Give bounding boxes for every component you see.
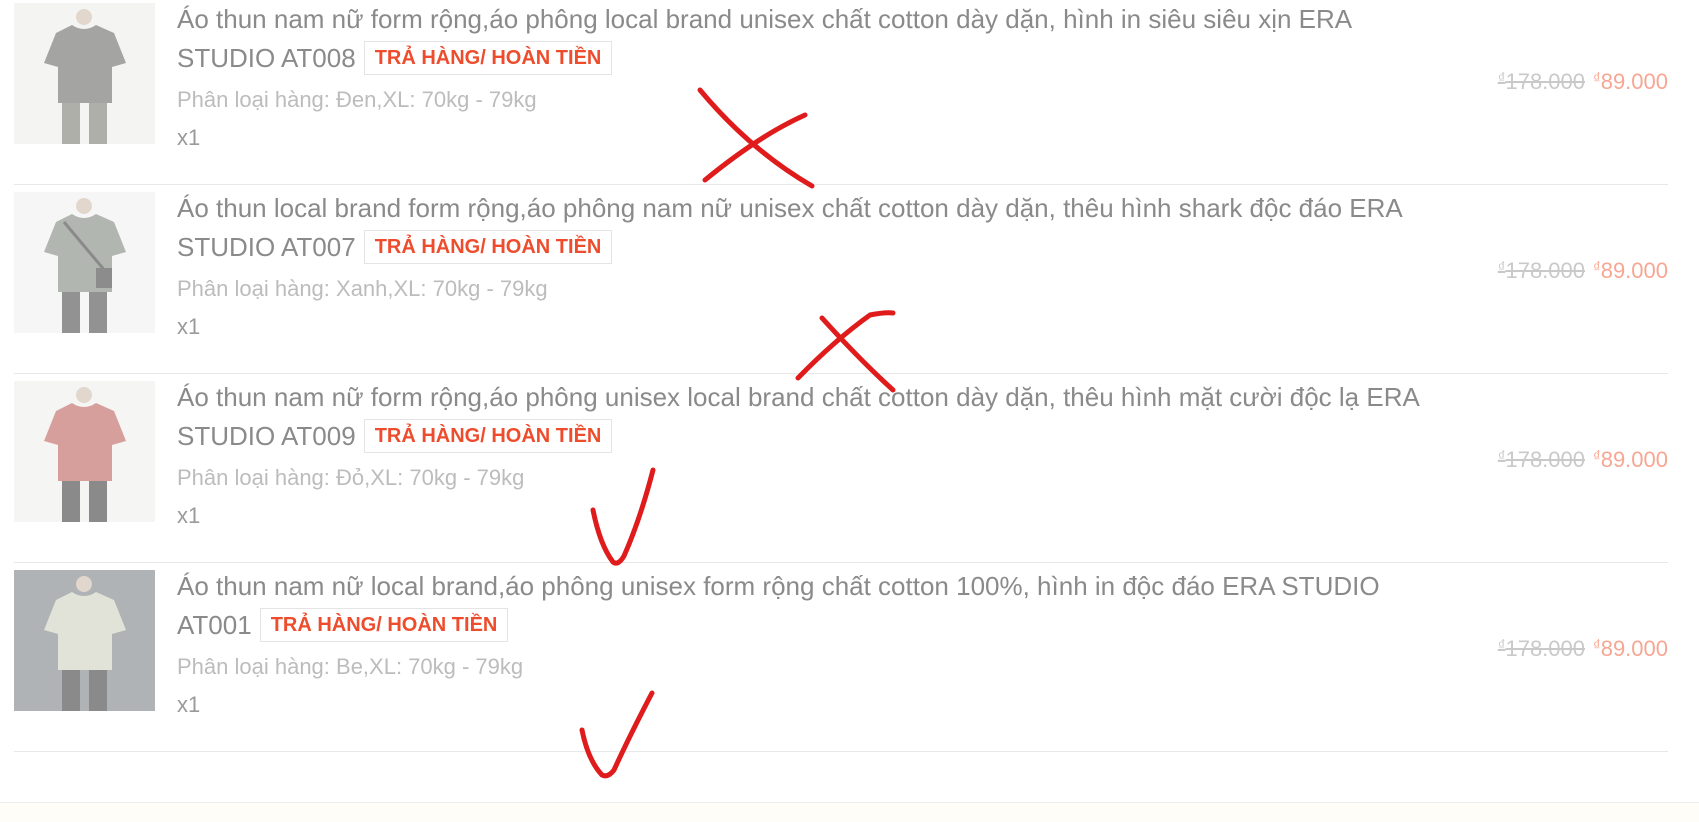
- product-quantity: x1: [177, 692, 201, 717]
- product-title-text[interactable]: Áo thun nam nữ form rộng,áo phông local …: [177, 4, 1351, 73]
- product-info: Áo thun nam nữ form rộng,áo phông unisex…: [177, 378, 1447, 531]
- product-title[interactable]: Áo thun nam nữ local brand,áo phông unis…: [177, 567, 1447, 645]
- product-variant: Phân loại hàng: Xanh,XL: 70kg - 79kg: [177, 276, 548, 301]
- product-thumbnail[interactable]: [14, 3, 155, 144]
- product-quantity: x1: [177, 125, 201, 150]
- product-title[interactable]: Áo thun nam nữ form rộng,áo phông local …: [177, 0, 1447, 78]
- product-variant: Phân loại hàng: Be,XL: 70kg - 79kg: [177, 654, 524, 679]
- order-item[interactable]: Áo thun nam nữ local brand,áo phông unis…: [14, 567, 1668, 772]
- original-price: ₫178.000: [1497, 69, 1585, 94]
- item-divider: [14, 562, 1668, 563]
- price-block: ₫178.000 ₫89.000: [1498, 64, 1668, 97]
- order-item[interactable]: Áo thun nam nữ form rộng,áo phông unisex…: [14, 378, 1668, 583]
- tshirt-photo-icon: [14, 192, 155, 333]
- sale-price: ₫89.000: [1593, 447, 1668, 472]
- original-price: ₫178.000: [1497, 636, 1585, 661]
- sale-price: ₫89.000: [1593, 69, 1668, 94]
- price-block: ₫178.000 ₫89.000: [1498, 631, 1668, 664]
- product-info: Áo thun nam nữ form rộng,áo phông local …: [177, 0, 1447, 153]
- return-refund-badge: TRẢ HÀNG/ HOÀN TIỀN: [363, 41, 613, 75]
- price-block: ₫178.000 ₫89.000: [1498, 442, 1668, 475]
- sale-price: ₫89.000: [1593, 636, 1668, 661]
- order-item[interactable]: Áo thun local brand form rộng,áo phông n…: [14, 189, 1668, 394]
- product-info: Áo thun local brand form rộng,áo phông n…: [177, 189, 1447, 342]
- product-thumbnail[interactable]: [14, 570, 155, 711]
- item-divider: [14, 751, 1668, 752]
- product-thumbnail[interactable]: [14, 381, 155, 522]
- return-refund-badge: TRẢ HÀNG/ HOÀN TIỀN: [363, 230, 613, 264]
- return-refund-badge: TRẢ HÀNG/ HOÀN TIỀN: [363, 419, 613, 453]
- order-item[interactable]: Áo thun nam nữ form rộng,áo phông local …: [14, 0, 1668, 205]
- product-variant: Phân loại hàng: Đỏ,XL: 70kg - 79kg: [177, 465, 525, 490]
- product-variant: Phân loại hàng: Đen,XL: 70kg - 79kg: [177, 87, 537, 112]
- item-divider: [14, 373, 1668, 374]
- tshirt-photo-icon: [14, 3, 155, 144]
- original-price: ₫178.000: [1497, 258, 1585, 283]
- sale-price: ₫89.000: [1593, 258, 1668, 283]
- price-block: ₫178.000 ₫89.000: [1498, 253, 1668, 286]
- product-title[interactable]: Áo thun local brand form rộng,áo phông n…: [177, 189, 1447, 267]
- item-divider: [14, 184, 1668, 185]
- tshirt-photo-icon: [14, 570, 155, 711]
- product-title-text[interactable]: Áo thun local brand form rộng,áo phông n…: [177, 193, 1401, 262]
- order-item-list: Áo thun nam nữ form rộng,áo phông local …: [0, 0, 1699, 822]
- product-quantity: x1: [177, 503, 201, 528]
- product-info: Áo thun nam nữ local brand,áo phông unis…: [177, 567, 1447, 720]
- original-price: ₫178.000: [1497, 447, 1585, 472]
- order-footer-strip: [0, 802, 1699, 822]
- return-refund-badge: TRẢ HÀNG/ HOÀN TIỀN: [259, 608, 509, 642]
- tshirt-photo-icon: [14, 381, 155, 522]
- product-quantity: x1: [177, 314, 201, 339]
- product-thumbnail[interactable]: [14, 192, 155, 333]
- product-title[interactable]: Áo thun nam nữ form rộng,áo phông unisex…: [177, 378, 1447, 456]
